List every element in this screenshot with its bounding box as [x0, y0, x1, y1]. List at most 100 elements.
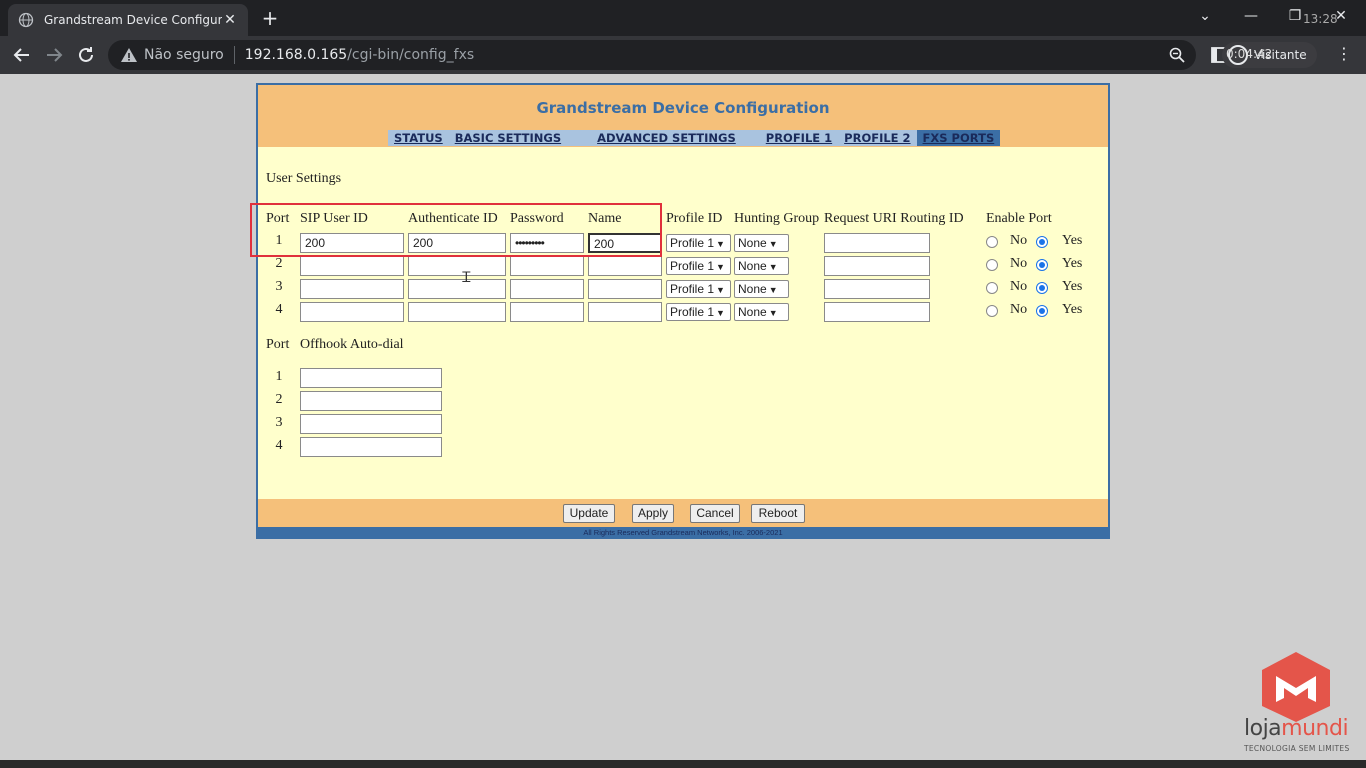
offhook-auto-dial-input[interactable]: [300, 437, 442, 457]
url-host: 192.168.0.165: [244, 47, 348, 63]
enable-port-no-radio[interactable]: [986, 282, 998, 294]
password-input[interactable]: [510, 279, 584, 299]
enable-port-yes-radio[interactable]: [1036, 236, 1048, 248]
profile-id-select[interactable]: Profile 1 ▼: [666, 234, 731, 252]
profile-id-select[interactable]: Profile 1 ▼: [666, 280, 731, 298]
profile-id-select[interactable]: Profile 1 ▼: [666, 303, 731, 321]
zoom-icon[interactable]: [1168, 46, 1186, 64]
warning-icon: [121, 48, 137, 62]
name-input[interactable]: [588, 279, 662, 299]
radio-no-label: No: [1010, 256, 1028, 271]
hunting-group-select[interactable]: None ▼: [734, 303, 789, 321]
new-tab-button[interactable]: +: [258, 6, 282, 30]
radio-no-label: No: [1010, 279, 1028, 294]
enable-port-yes-radio[interactable]: [1036, 259, 1048, 271]
globe-icon: [18, 12, 34, 28]
col-enable-port: Enable Port: [986, 211, 1052, 226]
offhook-port-number: 1: [275, 369, 283, 384]
authenticate-id-input[interactable]: [408, 302, 506, 322]
col-hunting-group: Hunting Group: [734, 211, 820, 226]
tab-search-icon[interactable]: ⌄: [1190, 4, 1220, 28]
apply-button[interactable]: Apply: [632, 504, 674, 523]
authenticate-id-input[interactable]: [408, 279, 506, 299]
watermark-brand: lojamundi: [1244, 716, 1349, 741]
page-title: Grandstream Device Configuration: [536, 99, 830, 117]
radio-no-label: No: [1010, 233, 1028, 248]
offhook-col-auto-dial: Offhook Auto-dial: [300, 337, 404, 352]
address-bar[interactable]: Não seguro 192.168.0.165/cgi-bin/config_…: [108, 40, 1196, 70]
security-label[interactable]: Não seguro: [144, 47, 224, 63]
sip-user-id-input[interactable]: [300, 256, 404, 276]
close-tab-icon[interactable]: ✕: [222, 12, 238, 28]
chevron-down-icon: ▼: [768, 308, 778, 318]
reload-icon[interactable]: [74, 43, 98, 67]
browser-tab[interactable]: Grandstream Device Configuratio ✕: [8, 4, 248, 36]
enable-port-no-radio[interactable]: [986, 236, 998, 248]
update-button[interactable]: Update: [563, 504, 615, 523]
port-number: 4: [275, 302, 283, 317]
name-input[interactable]: [588, 256, 662, 276]
offhook-port-number: 2: [275, 392, 283, 407]
bottom-strip: [0, 760, 1366, 768]
request-uri-input[interactable]: [824, 233, 930, 253]
browser-tab-bar: Grandstream Device Configuratio ✕ + ⌄ — …: [0, 0, 1366, 36]
enable-port-yes-radio[interactable]: [1036, 305, 1048, 317]
forward-icon[interactable]: [42, 43, 66, 67]
radio-yes-label: Yes: [1062, 302, 1083, 317]
radio-yes-label: Yes: [1062, 279, 1083, 294]
nav-profile-1[interactable]: PROFILE 1: [759, 130, 839, 146]
nav-status[interactable]: STATUS: [388, 130, 449, 146]
authenticate-id-input[interactable]: [408, 256, 506, 276]
browser-toolbar: Não seguro 192.168.0.165/cgi-bin/config_…: [0, 36, 1366, 74]
offhook-col-port: Port: [266, 337, 290, 352]
chevron-down-icon: ▼: [768, 239, 778, 249]
enable-port-yes-radio[interactable]: [1036, 282, 1048, 294]
profile-id-select[interactable]: Profile 1 ▼: [666, 257, 731, 275]
lojamundi-logo-icon: [1262, 652, 1330, 722]
col-request-uri-routing-id: Request URI Routing ID: [824, 211, 964, 226]
profile-button[interactable]: Visitante 0:04:42: [1222, 42, 1317, 68]
highlight-box: [250, 203, 662, 257]
chevron-down-icon: ▼: [716, 285, 725, 295]
sip-user-id-input[interactable]: [300, 302, 404, 322]
radio-no-label: No: [1010, 302, 1028, 317]
chevron-down-icon: ▼: [716, 262, 725, 272]
chevron-down-icon: ▼: [716, 308, 725, 318]
text-cursor-icon: Ꮖ: [462, 271, 472, 286]
name-input[interactable]: [588, 302, 662, 322]
offhook-port-number: 3: [275, 415, 283, 430]
nav-profile-2[interactable]: PROFILE 2: [838, 130, 917, 146]
hunting-group-select[interactable]: None ▼: [734, 257, 789, 275]
main-nav: STATUS BASIC SETTINGS ADVANCED SETTINGS …: [388, 130, 1001, 146]
recording-time: 0:04:42: [1226, 47, 1273, 61]
request-uri-input[interactable]: [824, 279, 930, 299]
enable-port-no-radio[interactable]: [986, 259, 998, 271]
hunting-group-select[interactable]: None ▼: [734, 280, 789, 298]
offhook-auto-dial-input[interactable]: [300, 414, 442, 434]
chevron-down-icon: ▼: [716, 239, 725, 249]
request-uri-input[interactable]: [824, 302, 930, 322]
minimize-icon[interactable]: —: [1236, 4, 1266, 28]
offhook-port-number: 4: [275, 438, 283, 453]
recording-clock: 13:28: [1303, 12, 1338, 26]
nav-fxs-ports[interactable]: FXS PORTS: [916, 130, 1001, 146]
nav-basic-settings[interactable]: BASIC SETTINGS: [448, 130, 592, 146]
password-input[interactable]: [510, 256, 584, 276]
reboot-button[interactable]: Reboot: [751, 504, 805, 523]
menu-kebab-icon[interactable]: ⋮: [1336, 44, 1352, 63]
offhook-auto-dial-input[interactable]: [300, 391, 442, 411]
enable-port-no-radio[interactable]: [986, 305, 998, 317]
password-input[interactable]: [510, 302, 584, 322]
cancel-button[interactable]: Cancel: [690, 504, 740, 523]
fxs-content: User Settings Port SIP User ID Authentic…: [250, 147, 1108, 499]
chevron-down-icon: ▼: [768, 262, 778, 272]
section-title-user-settings: User Settings: [266, 171, 342, 186]
hunting-group-select[interactable]: None ▼: [734, 234, 789, 252]
config-frame: Grandstream Device Configuration STATUS …: [250, 83, 1110, 539]
request-uri-input[interactable]: [824, 256, 930, 276]
offhook-auto-dial-input[interactable]: [300, 368, 442, 388]
back-icon[interactable]: [10, 43, 34, 67]
sip-user-id-input[interactable]: [300, 279, 404, 299]
radio-yes-label: Yes: [1062, 233, 1083, 248]
nav-advanced-settings[interactable]: ADVANCED SETTINGS: [591, 130, 760, 146]
